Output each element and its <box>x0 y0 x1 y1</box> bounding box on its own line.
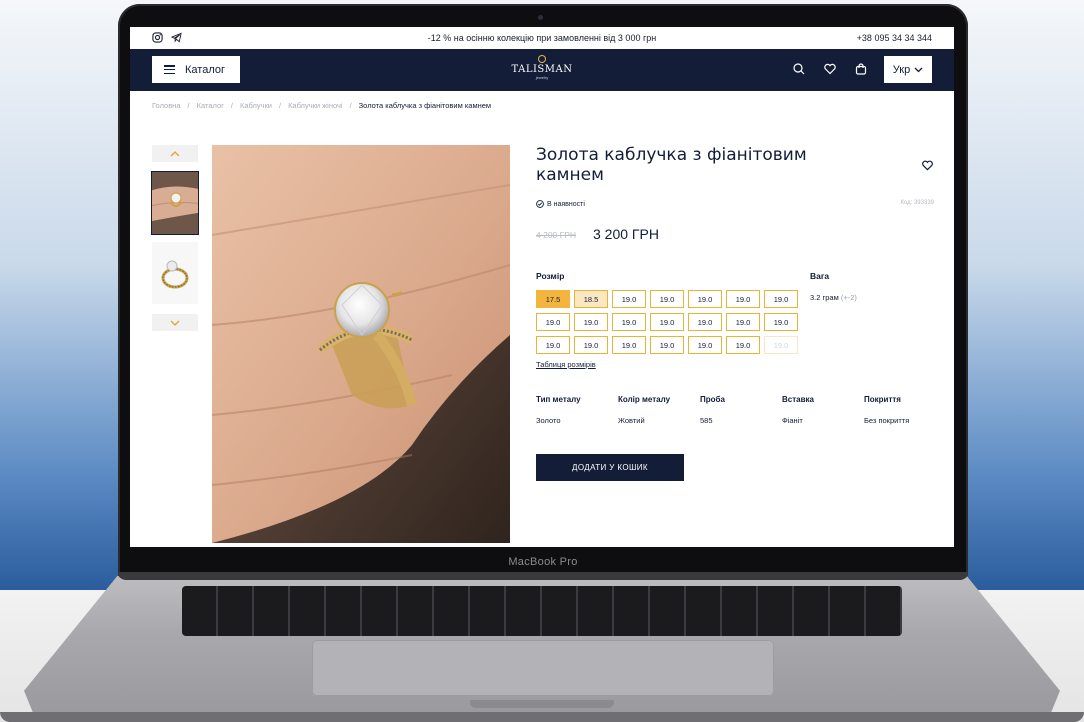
favorite-heart-icon[interactable] <box>921 159 934 172</box>
logo-subtext: jewelry <box>535 75 549 80</box>
size-option-disabled: 19.0 <box>764 336 798 354</box>
check-circle-icon <box>536 200 544 208</box>
spec-label: Тип металу <box>536 395 581 404</box>
product-info: Золота каблучка з фіанітовим камнем В на… <box>536 145 934 481</box>
size-table-link[interactable]: Таблиця розмірів <box>536 360 596 369</box>
weight-amount: 3.2 грам <box>810 293 839 302</box>
background-panel-left <box>0 0 130 590</box>
stock-status: В наявності <box>536 200 585 208</box>
spec-label: Колір металу <box>618 395 671 404</box>
size-option[interactable]: 19.0 <box>688 336 722 354</box>
language-label: Укр <box>892 63 911 76</box>
spec-value: Золото <box>536 416 561 425</box>
laptop-base-edge <box>0 712 1084 722</box>
device-label: MacBook Pro <box>508 556 578 568</box>
brand-logo[interactable]: TALISMAN jewelry <box>470 55 614 80</box>
size-option[interactable]: 19.0 <box>764 313 798 331</box>
size-option[interactable]: 19.0 <box>726 290 760 308</box>
size-option[interactable]: 19.0 <box>650 290 684 308</box>
spec-value: Жовтий <box>618 416 645 425</box>
spec-value: Без покриття <box>864 416 910 425</box>
search-icon[interactable] <box>792 62 806 76</box>
weight-value: 3.2 грам (+-2) <box>810 293 857 302</box>
spec-label: Проба <box>700 395 725 404</box>
breadcrumb-separator: / <box>349 101 352 110</box>
size-option[interactable]: 19.0 <box>574 313 608 331</box>
spec-label: Покриття <box>864 395 901 404</box>
size-grid: 17.5 18.5 19.0 19.0 19.0 19.0 19.0 19.0 … <box>536 290 798 354</box>
product-image <box>212 145 510 543</box>
current-price: 3 200 ГРН <box>593 226 659 242</box>
thumbnail-ring[interactable] <box>152 242 198 304</box>
bag-icon[interactable] <box>854 62 868 76</box>
size-option[interactable]: 19.0 <box>726 336 760 354</box>
spec-insert: Вставка Фіаніт <box>782 395 864 425</box>
promo-bar: -12 % на осінню колекцію при замовленні … <box>130 27 954 49</box>
spec-assay: Проба 585 <box>700 395 782 425</box>
laptop-screen: -12 % на осінню колекцію при замовленні … <box>130 27 954 547</box>
chevron-down-icon <box>170 320 180 326</box>
spec-value: Фіаніт <box>782 416 803 425</box>
size-option[interactable]: 19.0 <box>726 313 760 331</box>
size-option[interactable]: 19.0 <box>688 313 722 331</box>
language-select[interactable]: Укр <box>884 56 932 83</box>
weight-tolerance: (+-2) <box>840 293 857 302</box>
breadcrumb-womens-rings[interactable]: Каблучки жіночі <box>288 101 343 110</box>
catalog-button[interactable]: Каталог <box>152 56 240 83</box>
size-option[interactable]: 19.0 <box>650 336 684 354</box>
breadcrumb-separator: / <box>187 101 190 110</box>
breadcrumb-catalog[interactable]: Каталог <box>197 101 224 110</box>
laptop-keyboard <box>182 586 902 636</box>
phone-link[interactable]: +38 095 34 34 344 <box>857 33 932 43</box>
camera-icon <box>538 15 543 20</box>
promo-text: -12 % на осінню колекцію при замовленні … <box>427 33 657 43</box>
laptop-hinge <box>118 572 968 580</box>
logo-text: TALISMAN <box>511 64 573 75</box>
product-code: Код: 393339 <box>900 200 934 206</box>
size-option[interactable]: 19.0 <box>536 336 570 354</box>
size-option[interactable]: 19.0 <box>536 313 570 331</box>
spec-label: Вставка <box>782 395 814 404</box>
size-option[interactable]: 17.5 <box>536 290 570 308</box>
add-to-cart-button[interactable]: ДОДАТИ У КОШИК <box>536 454 684 481</box>
thumbnail-down-button[interactable] <box>152 314 198 331</box>
breadcrumb-separator: / <box>278 101 282 110</box>
size-option[interactable]: 19.0 <box>612 336 646 354</box>
weight-label: Вага <box>810 271 830 281</box>
old-price: 4 200 ГРН <box>536 230 577 240</box>
spec-metal-color: Колір металу Жовтий <box>618 395 700 425</box>
thumbnail-hand[interactable] <box>151 171 199 235</box>
size-label: Розмір <box>536 271 565 281</box>
breadcrumb-current: Золота каблучка з фіанітовим камнем <box>358 101 492 110</box>
breadcrumb: Головна / Каталог / Каблучки / Каблучки … <box>152 101 491 110</box>
logo-gem-icon <box>538 55 546 63</box>
laptop-notch <box>470 700 614 708</box>
product-specs: Тип металу Золото Колір металу Жовтий Пр… <box>536 395 934 425</box>
nav-icons <box>792 62 868 76</box>
size-option[interactable]: 18.5 <box>574 290 608 308</box>
breadcrumb-rings[interactable]: Каблучки <box>240 101 272 110</box>
menu-icon <box>164 65 175 74</box>
breadcrumb-home[interactable]: Головна <box>152 101 181 110</box>
spec-metal-type: Тип металу Золото <box>536 395 618 425</box>
thumbnail-up-button[interactable] <box>152 145 198 162</box>
laptop-trackpad <box>312 640 774 696</box>
background-panel-right <box>954 0 1084 590</box>
heart-icon[interactable] <box>823 62 837 76</box>
size-option[interactable]: 19.0 <box>650 313 684 331</box>
chevron-down-icon <box>914 67 923 72</box>
breadcrumb-separator: / <box>230 101 233 110</box>
stock-label: В наявності <box>547 200 585 208</box>
main-nav: Каталог TALISMAN jewelry Укр <box>130 49 954 91</box>
product-title: Золота каблучка з фіанітовим камнем <box>536 145 807 185</box>
size-option[interactable]: 19.0 <box>764 290 798 308</box>
catalog-label: Каталог <box>185 63 225 76</box>
size-option[interactable]: 19.0 <box>612 313 646 331</box>
size-option[interactable]: 19.0 <box>612 290 646 308</box>
size-option[interactable]: 19.0 <box>574 336 608 354</box>
chevron-up-icon <box>170 150 180 156</box>
size-option[interactable]: 19.0 <box>688 290 722 308</box>
spec-value: 585 <box>700 416 713 425</box>
spec-coating: Покриття Без покриття <box>864 395 934 425</box>
